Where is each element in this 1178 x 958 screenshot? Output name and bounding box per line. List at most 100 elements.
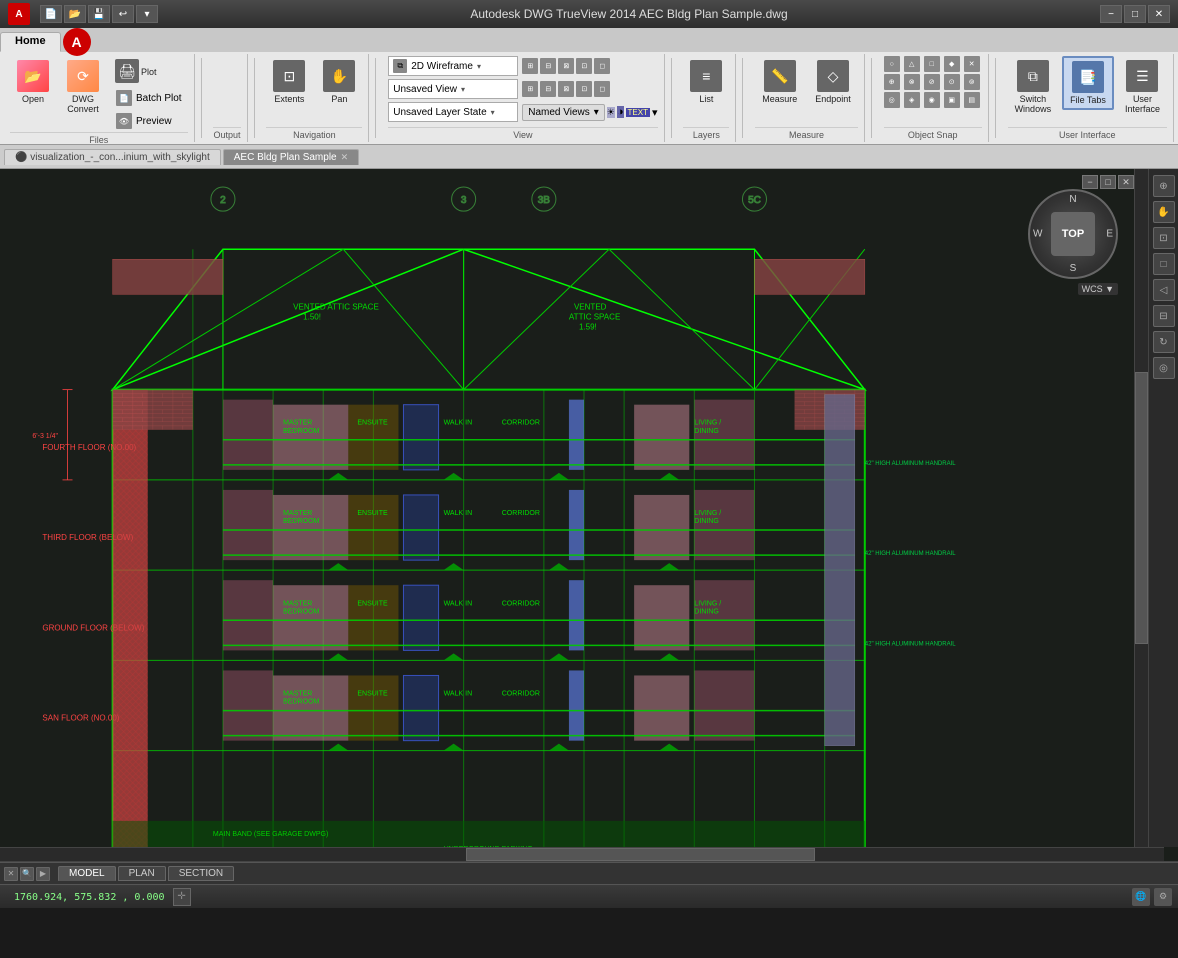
snap-icon-1[interactable]: ○	[884, 56, 900, 72]
file-tab-aec-bldg-close[interactable]: ✕	[341, 152, 349, 163]
tab-prev-button[interactable]: ✕	[4, 867, 18, 881]
svg-text:2: 2	[220, 195, 226, 206]
snap-icon-7[interactable]: ⊗	[904, 74, 920, 90]
model-tab-plan[interactable]: PLAN	[118, 866, 166, 881]
cad-drawing-canvas[interactable]: 2 3 3B 5C	[0, 169, 1178, 861]
view-icon-1[interactable]: ⊞	[522, 58, 538, 74]
snap-icon-2[interactable]: △	[904, 56, 920, 72]
endpoint-button[interactable]: ◇ Endpoint	[808, 56, 858, 108]
maximize-button[interactable]: □	[1124, 5, 1146, 23]
zoom-previous-button[interactable]: ◁	[1153, 279, 1175, 301]
svg-text:SAN FLOOR (NO.00): SAN FLOOR (NO.00)	[42, 714, 119, 723]
inner-minimize[interactable]: −	[1082, 175, 1098, 189]
layer-state-dropdown[interactable]: Unsaved Layer State ▾	[388, 102, 518, 122]
minimize-button[interactable]: −	[1100, 5, 1122, 23]
batch-plot-label: Batch Plot	[136, 93, 182, 104]
svg-text:VENTED ATTIC SPACE: VENTED ATTIC SPACE	[293, 302, 379, 311]
file-tab-visualization[interactable]: ⚫ visualization_-_con...inium_with_skyli…	[4, 149, 221, 165]
batch-plot-button[interactable]: 📄 Batch Plot	[110, 87, 188, 109]
snap-icon-13[interactable]: ◉	[924, 92, 940, 108]
zoom-window-button[interactable]: □	[1153, 253, 1175, 275]
switch-windows-button[interactable]: ⧉ SwitchWindows	[1008, 56, 1059, 118]
measure-button[interactable]: 📏 Measure	[755, 56, 804, 108]
snap-icon-4[interactable]: ◆	[944, 56, 960, 72]
quick-access-save[interactable]: 💾	[88, 5, 110, 23]
quick-access-open[interactable]: 📂	[64, 5, 86, 23]
snap-icon-11[interactable]: ◎	[884, 92, 900, 108]
inner-restore[interactable]: □	[1100, 175, 1116, 189]
orbit-button[interactable]: ↻	[1153, 331, 1175, 353]
text-arrow[interactable]: ▾	[652, 106, 658, 119]
view-icon-8[interactable]: ⊠	[558, 81, 574, 97]
snap-icon-10[interactable]: ⊚	[964, 74, 980, 90]
quick-access-dropdown[interactable]: ▾	[136, 5, 158, 23]
titlebar-left: A 📄 📂 💾 ↩ ▾	[8, 3, 158, 25]
crosshair-icon[interactable]: ✛	[173, 888, 191, 906]
file-tabs-button[interactable]: 📑 File Tabs	[1062, 56, 1114, 110]
snap-icon-9[interactable]: ⊙	[944, 74, 960, 90]
quick-access-undo[interactable]: ↩	[112, 5, 134, 23]
horizontal-scrollbar[interactable]	[0, 847, 1164, 861]
model-tab-controls: ✕ 🔍 ▶	[4, 867, 50, 881]
dwg-convert-button[interactable]: ⟳ DWGConvert	[60, 56, 106, 118]
snap-icon-6[interactable]: ⊕	[884, 74, 900, 90]
svg-text:CORRIDOR: CORRIDOR	[502, 600, 540, 607]
titlebar: A 📄 📂 💾 ↩ ▾ Autodesk DWG TrueView 2014 A…	[0, 0, 1178, 28]
inner-close[interactable]: ✕	[1118, 175, 1134, 189]
status-world-icon[interactable]: 🌐	[1132, 888, 1150, 906]
snap-icon-15[interactable]: ▤	[964, 92, 980, 108]
view-icon-2[interactable]: ⊟	[540, 58, 556, 74]
horizontal-scrollbar-thumb[interactable]	[466, 848, 815, 861]
svg-text:42" HIGH ALUMINUM HANDRAIL: 42" HIGH ALUMINUM HANDRAIL	[865, 641, 956, 647]
view-icon-5[interactable]: ◻	[594, 58, 610, 74]
view-icon-7[interactable]: ⊟	[540, 81, 556, 97]
plot-button[interactable]: 🖨 Plot	[110, 56, 188, 86]
quick-access-new[interactable]: 📄	[40, 5, 62, 23]
half-sun-icon[interactable]: ◑	[617, 106, 624, 118]
svg-text:42" HIGH ALUMINUM HANDRAIL: 42" HIGH ALUMINUM HANDRAIL	[865, 551, 956, 557]
zoom-extents-button[interactable]: ⊡	[1153, 227, 1175, 249]
tab-search-button[interactable]: 🔍	[20, 867, 34, 881]
status-settings-icon[interactable]: ⚙	[1154, 888, 1172, 906]
sun-icon[interactable]: ☀	[607, 107, 615, 118]
vertical-scrollbar-thumb[interactable]	[1135, 372, 1148, 643]
view-icon-4[interactable]: ⊡	[576, 58, 592, 74]
svg-text:ENSUITE: ENSUITE	[357, 510, 388, 517]
zoom-scale-button[interactable]: ⊟	[1153, 305, 1175, 327]
extents-button[interactable]: ⊡ Extents	[266, 56, 312, 108]
close-button[interactable]: ✕	[1148, 5, 1170, 23]
named-views-button[interactable]: Named Views ▾	[522, 104, 605, 121]
app-menu-button[interactable]: A	[63, 28, 91, 56]
open-icon: 📂	[17, 60, 49, 92]
view-name-dropdown[interactable]: Unsaved View ▾	[388, 79, 518, 99]
pan-button[interactable]: ✋ Pan	[316, 56, 362, 108]
user-interface-button[interactable]: ☰ UserInterface	[1118, 56, 1167, 118]
view-icon-3[interactable]: ⊠	[558, 58, 574, 74]
tab-next-button[interactable]: ▶	[36, 867, 50, 881]
3d-orbit-button[interactable]: ◎	[1153, 357, 1175, 379]
layers-group-label: Layers	[683, 127, 729, 140]
model-tab-model[interactable]: MODEL	[58, 866, 116, 881]
tab-home[interactable]: Home	[0, 32, 61, 52]
text-toggle[interactable]: TEXT	[626, 108, 650, 117]
snap-icon-8[interactable]: ⊘	[924, 74, 940, 90]
snap-icon-12[interactable]: ◈	[904, 92, 920, 108]
svg-text:5C: 5C	[748, 195, 761, 206]
pan-realtime-button[interactable]: ✋	[1153, 201, 1175, 223]
view-icon-9[interactable]: ⊡	[576, 81, 592, 97]
snap-icon-5[interactable]: ✕	[964, 56, 980, 72]
view-icon-6[interactable]: ⊞	[522, 81, 538, 97]
svg-text:ENSUITE: ENSUITE	[357, 420, 388, 427]
preview-button[interactable]: 👁 Preview	[110, 110, 188, 132]
file-tab-aec-bldg[interactable]: AEC Bldg Plan Sample ✕	[223, 149, 359, 165]
snap-icon-3[interactable]: □	[924, 56, 940, 72]
vertical-scrollbar[interactable]	[1134, 169, 1148, 847]
view-style-dropdown[interactable]: ⧉ 2D Wireframe ▾	[388, 56, 518, 76]
list-button[interactable]: ≡ List	[683, 56, 729, 108]
view-icon-10[interactable]: ◻	[594, 81, 610, 97]
zoom-realtime-button[interactable]: ⊕	[1153, 175, 1175, 197]
measure-buttons: 📏 Measure ◇ Endpoint	[755, 56, 858, 127]
snap-icon-14[interactable]: ▣	[944, 92, 960, 108]
open-button[interactable]: 📂 Open	[10, 56, 56, 108]
model-tab-section[interactable]: SECTION	[168, 866, 234, 881]
